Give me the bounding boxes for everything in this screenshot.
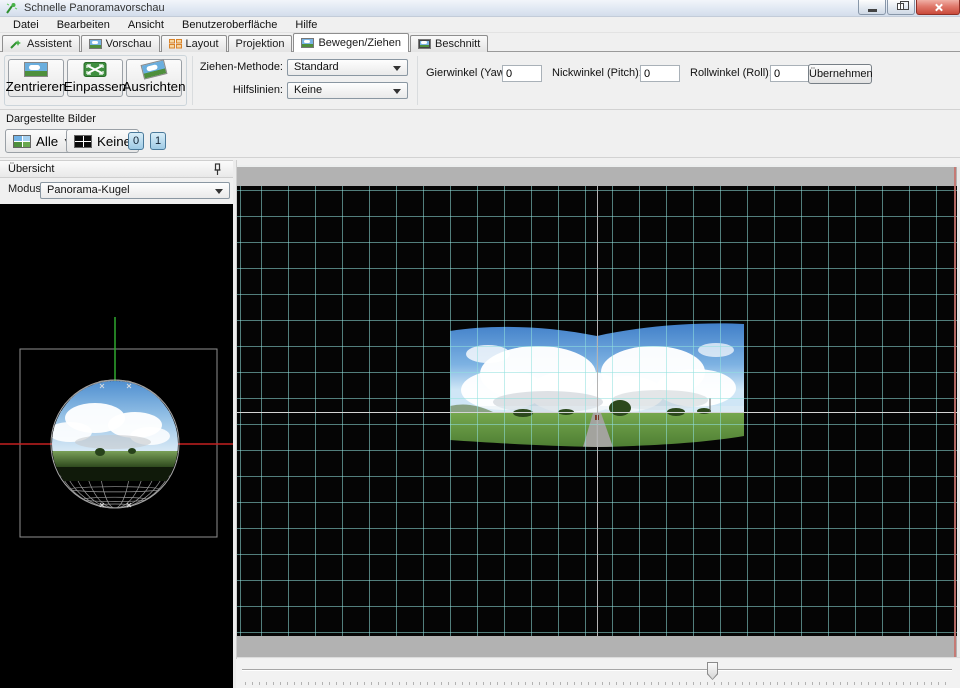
tab-layout[interactable]: Layout <box>161 35 227 52</box>
title-bar[interactable]: Schnelle Panoramavorschau <box>0 0 960 17</box>
image-toggle-1[interactable]: 1 <box>150 132 166 150</box>
straighten-label: Ausrichten <box>123 79 186 94</box>
menu-bearbeiten[interactable]: Bearbeiten <box>48 18 119 32</box>
toolbar-separator <box>192 56 193 105</box>
layout-grid-icon <box>169 39 182 49</box>
chevron-down-icon <box>215 189 223 194</box>
tab-bar: Assistent Vorschau Layout Projektion <box>0 33 960 52</box>
tab-label: Vorschau <box>106 38 152 50</box>
pin-icon[interactable] <box>212 163 223 176</box>
pitch-label: Nickwinkel (Pitch): <box>552 65 642 82</box>
all-images-icon <box>13 135 31 148</box>
center-icon <box>24 62 48 77</box>
horizon-line <box>237 412 960 413</box>
chevron-down-icon <box>393 66 401 71</box>
toolbar-separator <box>417 56 418 105</box>
displayed-images-title: Dargestellte Bilder <box>6 113 96 125</box>
restore-button[interactable] <box>887 0 915 15</box>
landscape-move-icon <box>301 38 314 48</box>
displayed-images-section: Dargestellte Bilder Alle ▼ Keine 0 1 <box>0 110 960 158</box>
drag-mode-label: Ziehen-Methode: <box>196 59 283 76</box>
restore-icon <box>897 3 904 10</box>
straighten-icon <box>141 59 168 79</box>
yaw-label: Gierwinkel (Yaw): <box>426 65 511 82</box>
mode-label: Modus: <box>8 183 44 195</box>
slider-tick-marks <box>245 682 950 685</box>
no-images-icon <box>74 135 92 148</box>
overview-sphere-view[interactable] <box>0 204 233 688</box>
mode-value: Panorama-Kugel <box>47 184 130 196</box>
center-meridian-line <box>597 186 598 636</box>
close-icon <box>934 3 943 12</box>
tab-bewegen-ziehen[interactable]: Bewegen/Ziehen <box>293 33 409 52</box>
fit-icon <box>83 62 107 77</box>
drag-mode-value: Standard <box>294 61 339 73</box>
tab-label: Projektion <box>236 38 285 50</box>
app-window: Schnelle Panoramavorschau Datei Bearbeit… <box>0 0 960 688</box>
minimize-button[interactable] <box>858 0 886 15</box>
tab-label: Assistent <box>27 38 72 50</box>
yaw-slider-track[interactable] <box>242 669 952 671</box>
yaw-slider-thumb[interactable] <box>707 662 718 680</box>
center-label: Zentrieren <box>6 79 67 94</box>
chevron-down-icon <box>393 89 401 94</box>
yaw-input[interactable] <box>502 65 542 82</box>
menu-datei[interactable]: Datei <box>4 18 48 32</box>
none-label: Keine <box>97 134 131 149</box>
tab-label: Layout <box>186 38 219 50</box>
close-button[interactable] <box>916 0 960 15</box>
sphere-image-band <box>48 381 180 481</box>
tab-beschnitt[interactable]: Beschnitt <box>410 35 488 52</box>
hugin-app-icon <box>5 2 18 15</box>
yaw-slider-bar <box>236 659 960 688</box>
pitch-input[interactable] <box>640 65 680 82</box>
panorama-field <box>237 186 960 636</box>
overview-mode-row: Modus: Panorama-Kugel <box>0 179 233 204</box>
roll-input[interactable] <box>770 65 810 82</box>
fit-label: Einpassen <box>64 79 126 94</box>
sphere-preview <box>0 204 233 688</box>
tab-assistent[interactable]: Assistent <box>2 35 80 52</box>
overview-title: Übersicht <box>8 163 54 175</box>
drag-toolbar: Zentrieren Einpassen Ausrichten Ziehen-M… <box>0 52 960 110</box>
image-toggle-0[interactable]: 0 <box>128 132 144 150</box>
fit-button[interactable]: Einpassen <box>67 59 123 97</box>
menu-hilfe[interactable]: Hilfe <box>286 18 326 32</box>
out-of-bounds-band-top <box>237 167 960 186</box>
straighten-button[interactable]: Ausrichten <box>126 59 182 97</box>
panorama-canvas[interactable] <box>237 165 960 658</box>
menu-bar: Datei Bearbeiten Ansicht Benutzeroberflä… <box>0 17 960 33</box>
all-label: Alle <box>36 134 58 149</box>
guides-label: Hilfslinien: <box>196 82 283 99</box>
landscape-crop-icon <box>418 39 431 49</box>
minimize-icon <box>868 9 877 12</box>
drag-mode-select[interactable]: Standard <box>287 59 408 76</box>
tab-label: Beschnitt <box>435 38 480 50</box>
assistant-wand-icon <box>10 39 23 49</box>
roll-label: Rollwinkel (Roll): <box>690 65 772 82</box>
landscape-icon <box>89 39 102 49</box>
out-of-bounds-band-bottom <box>237 636 960 657</box>
apply-button[interactable]: Übernehmen <box>808 64 872 84</box>
projection-grid <box>237 186 960 636</box>
center-button[interactable]: Zentrieren <box>8 59 64 97</box>
tab-vorschau[interactable]: Vorschau <box>81 35 160 52</box>
menu-ansicht[interactable]: Ansicht <box>119 18 173 32</box>
guides-value: Keine <box>294 84 322 96</box>
menu-benutzeroberflaeche[interactable]: Benutzeroberfläche <box>173 18 286 32</box>
guides-select[interactable]: Keine <box>287 82 408 99</box>
canvas-bottom-edge <box>237 657 960 658</box>
tab-projektion[interactable]: Projektion <box>228 35 293 52</box>
overview-header: Übersicht <box>0 160 233 178</box>
boundary-line-180 <box>954 167 956 657</box>
window-title: Schnelle Panoramavorschau <box>24 2 165 14</box>
tab-label: Bewegen/Ziehen <box>318 37 401 49</box>
mode-select[interactable]: Panorama-Kugel <box>40 182 230 199</box>
